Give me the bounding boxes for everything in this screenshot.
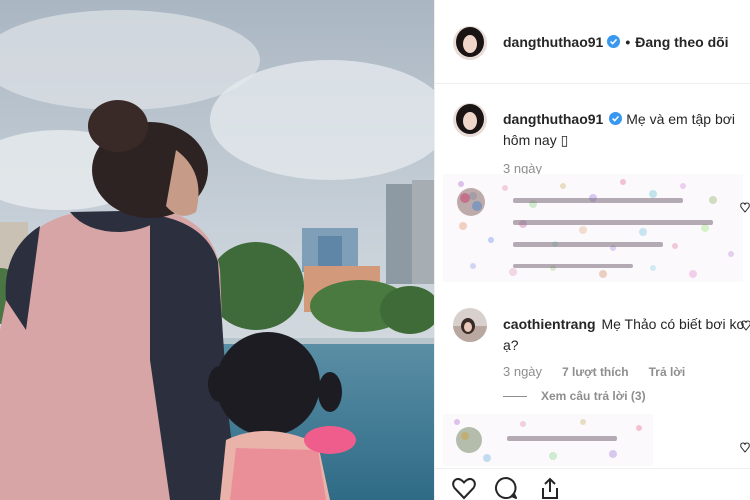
caption-emoji: ▯ bbox=[560, 132, 569, 148]
caption-body: dangthuthao91 Mẹ và em tập bơi hôm nay ▯ bbox=[503, 109, 750, 151]
comment-meta: 3 ngày 7 lượt thích Trả lời bbox=[503, 364, 705, 379]
post-header: dangthuthao91 • Đang theo dõi bbox=[435, 0, 750, 84]
comment-time[interactable]: 3 ngày bbox=[503, 364, 542, 379]
commenter-avatar[interactable] bbox=[453, 308, 487, 342]
caption-username[interactable]: dangthuthao91 bbox=[503, 111, 603, 127]
action-bar bbox=[435, 468, 750, 500]
author-avatar[interactable] bbox=[453, 26, 487, 60]
verified-badge-icon bbox=[607, 35, 621, 48]
heart-icon[interactable] bbox=[451, 475, 477, 500]
author-username[interactable]: dangthuthao91 bbox=[503, 34, 603, 50]
post-side-panel: dangthuthao91 • Đang theo dõi dangthuthao9… bbox=[434, 0, 750, 500]
comment-likes[interactable]: 7 lượt thích bbox=[562, 365, 629, 379]
blurred-comment bbox=[443, 174, 743, 282]
follow-separator: • bbox=[625, 34, 631, 50]
view-replies-button[interactable]: Xem câu trả lời (3) bbox=[503, 389, 646, 403]
caption-avatar[interactable] bbox=[453, 103, 487, 137]
blurred-comment bbox=[443, 414, 653, 466]
verified-badge-icon bbox=[609, 112, 623, 125]
header-text: dangthuthao91 • Đang theo dõi bbox=[503, 34, 729, 50]
post-photo bbox=[0, 0, 434, 500]
comment-icon[interactable] bbox=[493, 475, 519, 500]
share-icon[interactable] bbox=[537, 475, 563, 500]
comment-body: caothientrang Mẹ Thảo có biết bơi ko ạ? bbox=[503, 314, 747, 356]
replies-line bbox=[503, 396, 527, 398]
commenter-username[interactable]: caothientrang bbox=[503, 316, 596, 332]
comment-like-icon[interactable] bbox=[741, 318, 750, 331]
comment-item: caothientrang Mẹ Thảo có biết bơi ko ạ? … bbox=[435, 308, 750, 408]
view-replies-label: Xem câu trả lời (3) bbox=[541, 389, 646, 403]
comment-like-icon[interactable] bbox=[740, 200, 750, 213]
reply-button[interactable]: Trả lời bbox=[649, 365, 686, 379]
comment-like-icon[interactable] bbox=[740, 440, 750, 453]
following-button[interactable]: Đang theo dõi bbox=[635, 34, 728, 50]
